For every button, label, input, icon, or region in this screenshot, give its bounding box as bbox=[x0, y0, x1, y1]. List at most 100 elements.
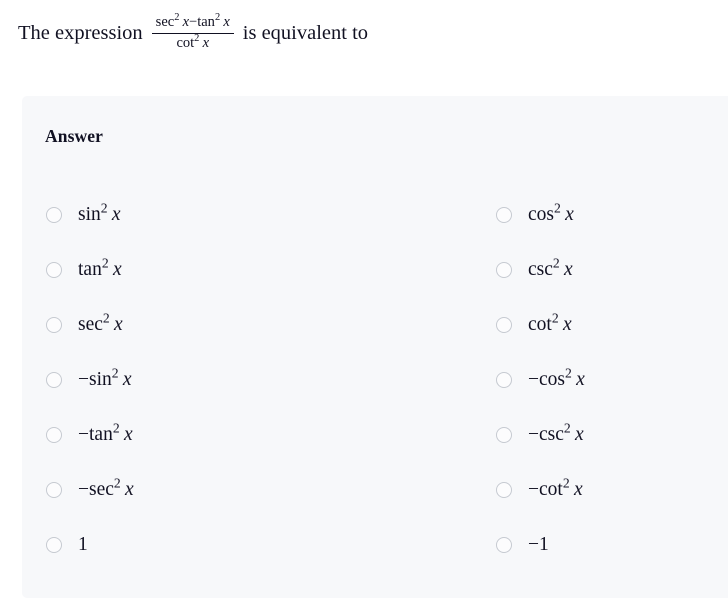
option-function: csc bbox=[539, 424, 564, 446]
answer-option-row: − sin2 x − cos2 x bbox=[22, 365, 728, 420]
answer-option-left-6[interactable]: − sec2 x bbox=[46, 475, 134, 505]
option-exponent: 2 bbox=[565, 365, 572, 381]
option-exponent: 2 bbox=[111, 365, 119, 381]
option-exponent: 2 bbox=[554, 200, 561, 216]
option-exponent: 2 bbox=[113, 475, 121, 491]
option-variable: x bbox=[564, 259, 573, 281]
option-sign: − bbox=[528, 479, 539, 501]
answer-option-right-7[interactable]: −1 bbox=[496, 530, 549, 560]
option-function: tan bbox=[89, 424, 113, 446]
option-sign: − bbox=[78, 369, 89, 391]
option-plain-value: −1 bbox=[528, 534, 549, 556]
radio-button-icon[interactable] bbox=[46, 372, 62, 388]
fraction-numerator: sec2 x−tan2 x bbox=[152, 12, 234, 32]
option-sign: − bbox=[528, 424, 539, 446]
option-function: sec bbox=[78, 314, 103, 336]
option-variable: x bbox=[111, 204, 121, 226]
denominator-variable: x bbox=[202, 35, 209, 52]
answer-option-left-7[interactable]: 1 bbox=[46, 530, 88, 560]
option-exponent: 2 bbox=[101, 255, 109, 271]
option-function: cot bbox=[539, 479, 563, 501]
answer-panel: Answer sin2 x cos2 x tan2 x csc2 x sec2 x cot2 x − s… bbox=[22, 96, 728, 598]
denominator-exponent: 2 bbox=[194, 33, 200, 45]
question-suffix-text: is equivalent to bbox=[242, 21, 369, 44]
answer-option-left-4[interactable]: − sin2 x bbox=[46, 365, 132, 395]
radio-button-icon[interactable] bbox=[46, 207, 62, 223]
fraction-denominator: cot2 x bbox=[172, 34, 213, 52]
option-function: cot bbox=[528, 314, 552, 336]
option-exponent: 2 bbox=[112, 420, 120, 436]
answer-option-label: − cot2 x bbox=[528, 476, 583, 501]
option-variable: x bbox=[575, 424, 584, 446]
numerator-first-exponent: 2 bbox=[174, 12, 180, 24]
answer-option-label: cos2 x bbox=[528, 201, 574, 226]
radio-button-icon[interactable] bbox=[496, 537, 512, 553]
radio-button-icon[interactable] bbox=[496, 262, 512, 278]
option-sign: − bbox=[78, 479, 89, 501]
denominator-function: cot bbox=[176, 35, 195, 52]
answer-option-row: sin2 x cos2 x bbox=[22, 200, 728, 255]
radio-button-icon[interactable] bbox=[496, 427, 512, 443]
answer-heading: Answer bbox=[45, 126, 103, 146]
answer-option-row: tan2 x csc2 x bbox=[22, 255, 728, 310]
answer-option-right-6[interactable]: − cot2 x bbox=[496, 475, 583, 505]
answer-option-label: − cos2 x bbox=[528, 366, 585, 391]
radio-button-icon[interactable] bbox=[46, 482, 62, 498]
radio-button-icon[interactable] bbox=[46, 427, 62, 443]
answer-option-left-1[interactable]: sin2 x bbox=[46, 200, 121, 230]
answer-option-label: − csc2 x bbox=[528, 421, 584, 446]
answer-option-label: tan2 x bbox=[78, 256, 122, 281]
radio-button-icon[interactable] bbox=[46, 317, 62, 333]
option-variable: x bbox=[112, 259, 122, 281]
answer-option-label: − sec2 x bbox=[78, 476, 134, 501]
answer-option-row: − sec2 x − cot2 x bbox=[22, 475, 728, 530]
answer-option-label: cot2 x bbox=[528, 311, 572, 336]
answer-option-label: 1 bbox=[78, 535, 88, 555]
answer-options-grid: sin2 x cos2 x tan2 x csc2 x sec2 x cot2 x − sin2 x − c… bbox=[22, 200, 728, 585]
option-variable: x bbox=[576, 369, 585, 391]
answer-option-row: sec2 x cot2 x bbox=[22, 310, 728, 365]
radio-button-icon[interactable] bbox=[46, 262, 62, 278]
option-function: sec bbox=[89, 479, 114, 501]
option-function: sin bbox=[78, 204, 101, 226]
option-sign: − bbox=[78, 424, 89, 446]
radio-button-icon[interactable] bbox=[46, 537, 62, 553]
radio-button-icon[interactable] bbox=[496, 317, 512, 333]
radio-button-icon[interactable] bbox=[496, 372, 512, 388]
answer-option-label: − tan2 x bbox=[78, 421, 133, 446]
option-function: tan bbox=[78, 259, 102, 281]
answer-option-right-3[interactable]: cot2 x bbox=[496, 310, 572, 340]
option-exponent: 2 bbox=[551, 310, 559, 326]
answer-option-label: sin2 x bbox=[78, 201, 121, 226]
answer-option-label: − sin2 x bbox=[78, 366, 132, 391]
answer-option-left-3[interactable]: sec2 x bbox=[46, 310, 123, 340]
option-function: sin bbox=[89, 369, 112, 391]
numerator-operator: − bbox=[189, 14, 198, 30]
answer-option-left-5[interactable]: − tan2 x bbox=[46, 420, 133, 450]
option-variable: x bbox=[562, 314, 572, 336]
answer-option-label: −1 bbox=[528, 535, 549, 555]
answer-option-label: csc2 x bbox=[528, 256, 573, 281]
option-variable: x bbox=[123, 424, 133, 446]
option-variable: x bbox=[122, 369, 132, 391]
answer-option-right-2[interactable]: csc2 x bbox=[496, 255, 573, 285]
option-variable: x bbox=[114, 314, 123, 336]
numerator-second-variable: x bbox=[223, 14, 230, 30]
option-plain-value: 1 bbox=[78, 534, 88, 556]
radio-button-icon[interactable] bbox=[496, 482, 512, 498]
answer-option-right-1[interactable]: cos2 x bbox=[496, 200, 574, 230]
numerator-second-exponent: 2 bbox=[214, 12, 221, 24]
option-exponent: 2 bbox=[552, 255, 560, 271]
option-sign: − bbox=[528, 369, 539, 391]
radio-button-icon[interactable] bbox=[496, 207, 512, 223]
answer-option-right-5[interactable]: − csc2 x bbox=[496, 420, 584, 450]
numerator-second-function: tan bbox=[197, 14, 215, 30]
option-function: cos bbox=[528, 204, 554, 226]
option-exponent: 2 bbox=[563, 420, 571, 436]
answer-option-label: sec2 x bbox=[78, 311, 123, 336]
option-variable: x bbox=[573, 479, 583, 501]
option-function: csc bbox=[528, 259, 553, 281]
answer-option-right-4[interactable]: − cos2 x bbox=[496, 365, 585, 395]
option-exponent: 2 bbox=[102, 310, 110, 326]
answer-option-left-2[interactable]: tan2 x bbox=[46, 255, 122, 285]
